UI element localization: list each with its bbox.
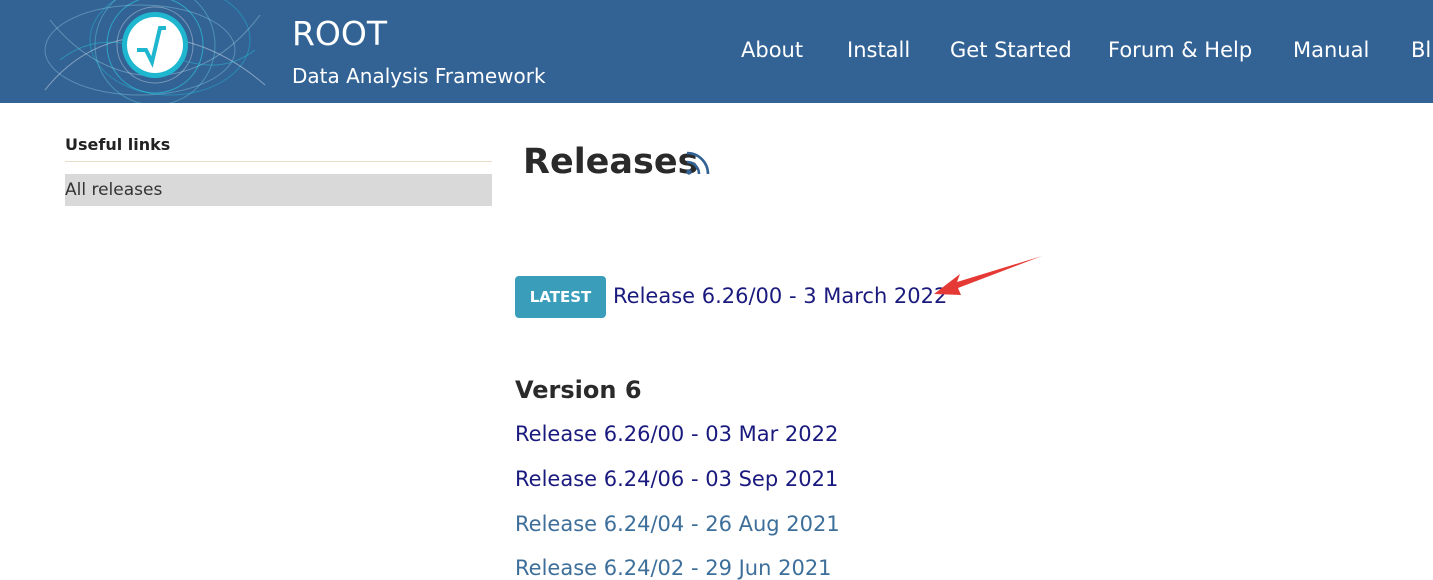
latest-release-link[interactable]: Release 6.26/00 - 3 March 2022 <box>613 284 947 308</box>
root-logo-icon[interactable] <box>40 0 272 103</box>
nav-forum-help[interactable]: Forum & Help <box>1108 38 1252 62</box>
nav-blog[interactable]: Bl <box>1411 38 1431 62</box>
release-link[interactable]: Release 6.24/06 - 03 Sep 2021 <box>515 467 838 491</box>
section-title-version-6: Version 6 <box>515 376 642 404</box>
nav-install[interactable]: Install <box>847 38 910 62</box>
release-link[interactable]: Release 6.26/00 - 03 Mar 2022 <box>515 422 838 446</box>
sidebar-item-all-releases[interactable]: All releases <box>65 174 492 206</box>
site-header: ROOT Data Analysis Framework About Insta… <box>0 0 1433 103</box>
nav-manual[interactable]: Manual <box>1293 38 1369 62</box>
latest-badge: LATEST <box>515 276 606 318</box>
sidebar-divider <box>65 161 492 162</box>
nav-get-started[interactable]: Get Started <box>950 38 1072 62</box>
sidebar-title: Useful links <box>65 135 171 154</box>
release-link[interactable]: Release 6.24/02 - 29 Jun 2021 <box>515 556 832 580</box>
site-title[interactable]: ROOT <box>292 14 387 53</box>
page-title: Releases <box>523 142 699 182</box>
site-subtitle: Data Analysis Framework <box>292 64 546 88</box>
release-link[interactable]: Release 6.24/04 - 26 Aug 2021 <box>515 512 840 536</box>
nav-about[interactable]: About <box>741 38 803 62</box>
annotation-arrow-icon <box>934 256 1042 295</box>
rss-feed-icon[interactable] <box>684 147 714 177</box>
